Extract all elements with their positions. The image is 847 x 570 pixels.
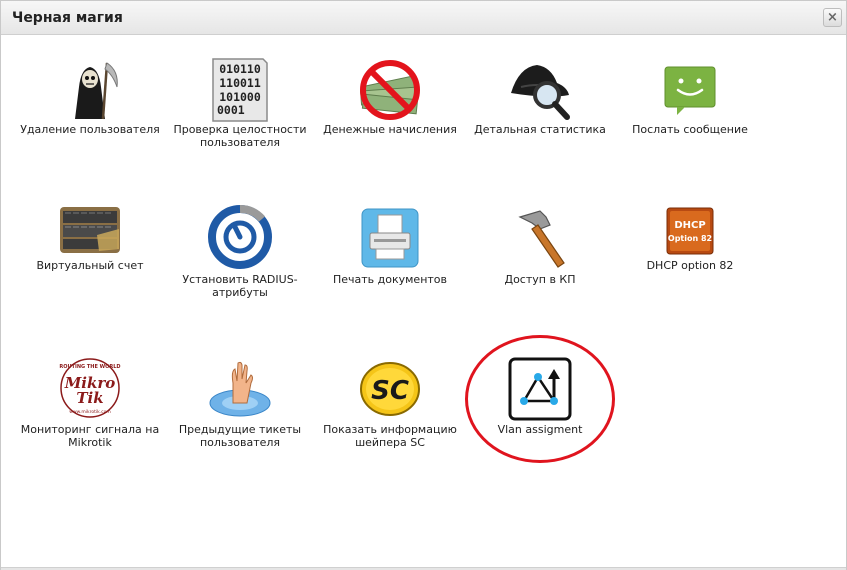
vlan-graph-icon xyxy=(508,357,572,421)
tool-virtual-account[interactable]: Виртуальный счет xyxy=(15,205,165,305)
icon-mikrotik-slogan: ROUTING THE WORLD xyxy=(59,364,120,370)
tool-label: Послать сообщение xyxy=(632,123,748,136)
icon-sc-text: SC xyxy=(371,376,409,406)
tool-delete-user[interactable]: Удаление пользователя xyxy=(15,57,165,157)
keyboard-cash-icon xyxy=(59,205,121,255)
tool-label: Установить RADIUS-атрибуты xyxy=(182,273,298,299)
tool-label: Предыдущие тикеты пользователя xyxy=(178,423,302,449)
close-button[interactable]: × xyxy=(823,8,842,27)
tool-label: Vlan assigment xyxy=(497,423,583,436)
icon-binary-line: 010110 xyxy=(219,62,261,76)
dialog-titlebar: Черная магия × xyxy=(1,1,846,35)
icon-option-text: Option 82 xyxy=(668,234,712,243)
icon-binary-line: 101000 xyxy=(219,90,261,104)
tool-money-charges[interactable]: Денежные начисления xyxy=(315,57,465,157)
drowning-hand-icon xyxy=(207,357,273,419)
tool-label: Показать информацию шейпера SC xyxy=(323,423,457,449)
tool-previous-tickets[interactable]: Предыдущие тикеты пользователя xyxy=(165,357,315,457)
radius-logo-icon xyxy=(208,205,272,269)
tool-shaper-sc-info[interactable]: SC Показать информацию шейпера SC xyxy=(315,357,465,457)
tool-label: Печать документов xyxy=(332,273,448,286)
tool-label: Удаление пользователя xyxy=(20,123,160,136)
tool-send-message[interactable]: Послать сообщение xyxy=(615,57,765,157)
tool-dhcp-option-82[interactable]: DHCP Option 82 DHCP option 82 xyxy=(615,205,765,305)
icon-binary-line: 0001 xyxy=(217,103,245,117)
tool-label: Детальная статистика xyxy=(474,123,606,136)
binary-document-icon: 010110 110011 101000 0001 xyxy=(207,57,273,123)
grim-reaper-icon xyxy=(57,57,123,123)
icon-binary-line: 110011 xyxy=(219,76,261,90)
tool-radius-attributes[interactable]: Установить RADIUS-атрибуты xyxy=(165,205,315,305)
hammer-icon xyxy=(510,207,570,269)
icon-mikrotik-url: www.mikrotik.com xyxy=(69,409,110,415)
icon-dhcp-text: DHCP xyxy=(674,220,705,231)
message-bubble-icon xyxy=(663,63,717,117)
tool-label: Виртуальный счет xyxy=(36,259,144,272)
no-money-icon xyxy=(357,57,423,123)
tool-access-kp[interactable]: Доступ в КП xyxy=(465,205,615,305)
close-icon: × xyxy=(827,10,838,25)
tool-mikrotik-signal[interactable]: ROUTING THE WORLD Mikro Tik www.mikrotik… xyxy=(15,357,165,457)
tool-label: Мониторинг сигнала на Mikrotik xyxy=(20,423,160,449)
icon-mikrotik-text: Tik xyxy=(76,389,103,407)
tool-vlan-assigment[interactable]: Vlan assigment xyxy=(465,357,615,457)
sc-logo-icon: SC xyxy=(358,359,422,419)
dhcp-option-icon: DHCP Option 82 xyxy=(666,207,714,255)
printer-icon xyxy=(360,207,420,269)
tool-print-documents[interactable]: Печать документов xyxy=(315,205,465,305)
tool-detailed-stats[interactable]: Детальная статистика xyxy=(465,57,615,157)
tool-label: Проверка целостности пользователя xyxy=(173,123,307,149)
detective-magnifier-icon xyxy=(507,57,573,123)
tool-check-integrity[interactable]: 010110 110011 101000 0001 Проверка целос… xyxy=(165,57,315,157)
tool-label: Доступ в КП xyxy=(504,273,576,286)
tool-label: Денежные начисления xyxy=(323,123,457,136)
tool-label: DHCP option 82 xyxy=(646,259,734,272)
dialog-title: Черная магия xyxy=(12,10,123,26)
mikrotik-logo-icon: ROUTING THE WORLD Mikro Tik www.mikrotik… xyxy=(57,357,123,419)
black-magic-dialog: Черная магия × Удаление пользователя 010… xyxy=(0,0,847,570)
